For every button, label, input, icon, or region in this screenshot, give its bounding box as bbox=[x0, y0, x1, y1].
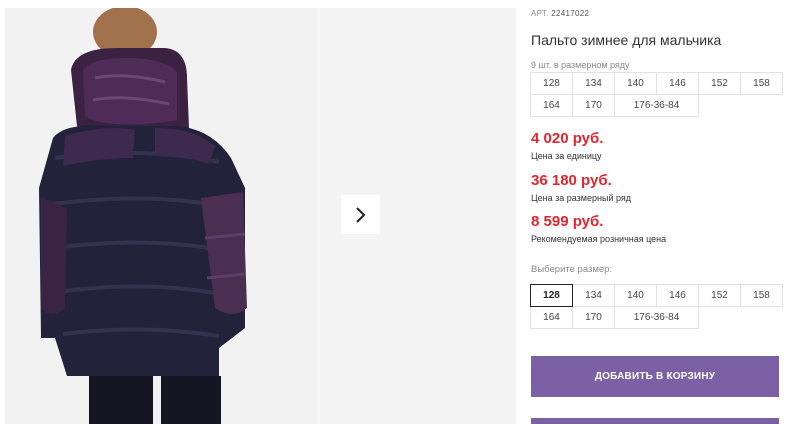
pack-size-cell: 128 bbox=[530, 72, 573, 95]
size-option-158[interactable]: 158 bbox=[740, 284, 783, 307]
pack-size-note: 9 шт. в размерном ряду bbox=[531, 60, 630, 70]
pack-size-cell: 152 bbox=[698, 72, 741, 95]
pack-size-cell: 158 bbox=[740, 72, 783, 95]
size-option-128[interactable]: 128 bbox=[530, 284, 573, 307]
retail-price: 8 599 руб. bbox=[531, 213, 604, 230]
size-option-176-36-84[interactable]: 176-36-84 bbox=[614, 306, 699, 329]
pack-price: 36 180 руб. bbox=[531, 172, 612, 189]
add-to-cart-button[interactable]: ДОБАВИТЬ В КОРЗИНУ bbox=[531, 356, 779, 397]
pack-price-label: Цена за размерный ряд bbox=[531, 193, 632, 203]
pack-size-cell: 164 bbox=[530, 94, 573, 117]
size-option-146[interactable]: 146 bbox=[656, 284, 699, 307]
pack-size-grid: 128 134 140 146 152 158 164 170 176-36-8… bbox=[530, 72, 783, 117]
size-option-134[interactable]: 134 bbox=[572, 284, 615, 307]
size-option-140[interactable]: 140 bbox=[614, 284, 657, 307]
pack-size-cell: 134 bbox=[572, 72, 615, 95]
article-number: АРТ. 22417022 bbox=[531, 9, 589, 18]
pack-size-cell: 140 bbox=[614, 72, 657, 95]
product-title: Пальто зимнее для мальчика bbox=[531, 32, 722, 48]
size-picker: 128 134 140 146 152 158 164 170 176-36-8… bbox=[530, 284, 783, 329]
unit-price: 4 020 руб. bbox=[531, 130, 604, 147]
pack-size-cell: 170 bbox=[572, 94, 615, 117]
gallery-next-button[interactable] bbox=[341, 195, 380, 234]
size-option-170[interactable]: 170 bbox=[572, 306, 615, 329]
pack-size-cell: 146 bbox=[656, 72, 699, 95]
secondary-action-button[interactable] bbox=[531, 418, 779, 424]
size-option-152[interactable]: 152 bbox=[698, 284, 741, 307]
unit-price-label: Цена за единицу bbox=[531, 151, 602, 161]
article-prefix: АРТ. bbox=[531, 9, 549, 18]
chevron-right-icon bbox=[355, 206, 365, 223]
boy-in-winter-coat-photo bbox=[5, 8, 317, 424]
size-option-164[interactable]: 164 bbox=[530, 306, 573, 329]
choose-size-label: Выберите размер: bbox=[531, 264, 613, 275]
pack-size-cell: 176-36-84 bbox=[614, 94, 699, 117]
product-main-image bbox=[5, 8, 317, 424]
retail-price-label: Рекомендуемая розничная цена bbox=[531, 234, 667, 244]
article-value: 22417022 bbox=[551, 9, 590, 18]
